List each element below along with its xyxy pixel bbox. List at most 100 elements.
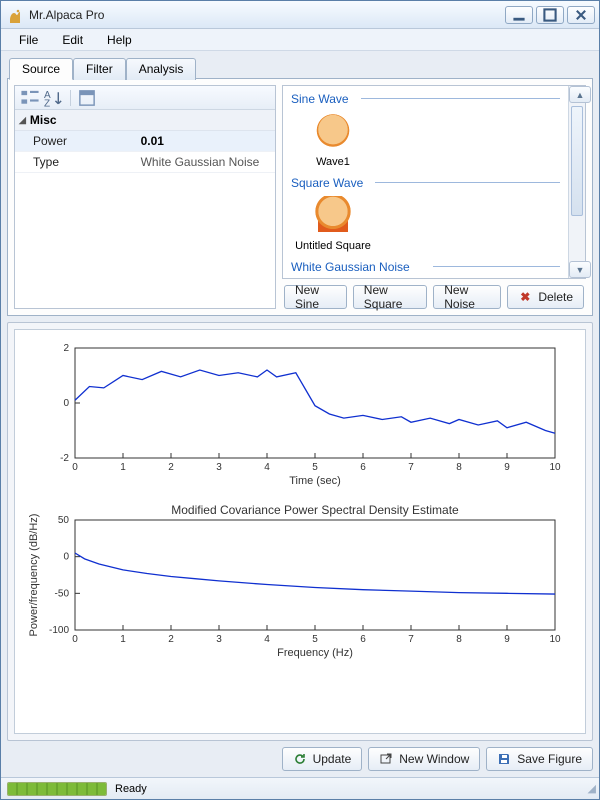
wave-thumbnail-icon [308,112,358,156]
svg-text:-2: -2 [60,453,69,464]
svg-text:5: 5 [312,462,318,473]
close-button[interactable] [567,6,595,24]
statusbar: Ready ◢ [1,777,599,799]
update-button[interactable]: Update [282,747,363,771]
svg-text:Frequency (Hz): Frequency (Hz) [277,647,353,659]
minimize-button[interactable] [505,6,533,24]
svg-text:2: 2 [168,462,174,473]
svg-text:Power/frequency (dB/Hz): Power/frequency (dB/Hz) [28,514,40,637]
scroll-down-icon[interactable]: ▼ [569,261,591,278]
propgrid-category[interactable]: ◢ Misc [15,110,275,131]
source-panel: Source Filter Analysis AZ [7,57,593,316]
svg-text:9: 9 [504,462,510,473]
group-sine-label: Sine Wave [283,88,568,108]
delete-icon: ✖ [518,290,532,304]
prop-value[interactable]: White Gaussian Noise [135,152,275,172]
item-label: Untitled Square [295,240,371,252]
collapse-icon: ◢ [19,115,26,126]
item-label: Wave1 [316,156,350,168]
svg-text:-50: -50 [55,588,70,599]
maximize-button[interactable] [536,6,564,24]
tab-source[interactable]: Source [9,58,73,80]
svg-text:10: 10 [549,462,561,473]
menubar: File Edit Help [1,29,599,51]
group-square-label: Square Wave [283,172,568,192]
tabs-strip: Source Filter Analysis [7,57,593,79]
prop-row-type[interactable]: Type White Gaussian Noise [15,152,275,173]
gallery-inner: Sine Wave Wave1 Square Wave Untitled Squ… [283,86,568,278]
svg-text:1: 1 [120,462,126,473]
propgrid-toolbar: AZ [15,86,275,110]
svg-text:6: 6 [360,634,366,645]
content-area: Source Filter Analysis AZ [1,51,599,777]
menu-help[interactable]: Help [97,31,142,49]
tab-analysis[interactable]: Analysis [126,58,197,80]
scroll-thumb[interactable] [571,106,583,216]
resize-grip-icon[interactable]: ◢ [588,782,593,795]
propgrid-body: ◢ Misc Power 0.01 Type White Gaussian No… [15,110,275,308]
categorized-icon[interactable] [19,88,41,108]
svg-text:7: 7 [408,634,414,645]
charts-svg: 012345678910-202Time (sec)012345678910-1… [15,330,575,670]
app-window: Mr.Alpaca Pro File Edit Help Source Filt… [0,0,600,800]
save-icon [497,752,511,766]
gallery-buttons: New Sine New Square New Noise ✖Delete [282,279,586,309]
property-grid: AZ ◢ Misc Power [14,85,276,309]
new-window-icon [379,752,393,766]
svg-text:1: 1 [120,634,126,645]
app-icon [7,7,23,23]
toolbar-divider [70,90,71,106]
svg-text:0: 0 [72,462,78,473]
tab-filter[interactable]: Filter [73,58,126,80]
wave-gallery: Sine Wave Wave1 Square Wave Untitled Squ… [282,85,586,279]
prop-value[interactable]: 0.01 [135,131,275,151]
alphabetical-icon[interactable]: AZ [43,88,65,108]
status-text: Ready [115,783,147,795]
svg-text:50: 50 [58,515,70,526]
wave-thumbnail-icon [308,196,358,240]
window-title: Mr.Alpaca Pro [29,8,499,22]
category-label: Misc [30,113,57,127]
scroll-up-icon[interactable]: ▲ [569,86,591,103]
refresh-icon [293,752,307,766]
new-noise-button[interactable]: New Noise [433,285,501,309]
svg-text:5: 5 [312,634,318,645]
save-figure-button[interactable]: Save Figure [486,747,593,771]
svg-text:Modified Covariance Power Spec: Modified Covariance Power Spectral Densi… [171,503,459,517]
svg-text:10: 10 [549,634,561,645]
property-pages-icon[interactable] [76,88,98,108]
prop-key: Power [15,131,135,151]
charts-canvas: 012345678910-202Time (sec)012345678910-1… [14,329,586,734]
delete-button[interactable]: ✖Delete [507,285,584,309]
gallery-item[interactable]: Untitled Square [293,196,373,252]
new-window-button[interactable]: New Window [368,747,480,771]
menu-edit[interactable]: Edit [52,31,93,49]
svg-text:0: 0 [63,398,69,409]
menu-file[interactable]: File [9,31,48,49]
svg-text:7: 7 [408,462,414,473]
svg-text:9: 9 [504,634,510,645]
svg-text:8: 8 [456,462,462,473]
prop-row-power[interactable]: Power 0.01 [15,131,275,152]
svg-text:4: 4 [264,462,270,473]
charts-panel: 012345678910-202Time (sec)012345678910-1… [7,322,593,741]
svg-text:8: 8 [456,634,462,645]
svg-text:0: 0 [63,552,69,563]
gallery-scrollbar[interactable]: ▲ ▼ [568,86,585,278]
new-square-button[interactable]: New Square [353,285,427,309]
gallery-item[interactable]: Wave1 [293,112,373,168]
titlebar: Mr.Alpaca Pro [1,1,599,29]
svg-text:6: 6 [360,462,366,473]
source-body: AZ ◢ Misc Power [7,78,593,316]
svg-text:-100: -100 [49,625,69,636]
window-buttons [505,6,595,24]
svg-text:Z: Z [44,98,50,107]
figure-buttons: Update New Window Save Figure [7,747,593,771]
progress-bar [7,782,107,796]
svg-text:Time (sec): Time (sec) [289,475,341,487]
svg-text:3: 3 [216,462,222,473]
new-sine-button[interactable]: New Sine [284,285,347,309]
group-noise-label: White Gaussian Noise [283,256,568,276]
svg-text:2: 2 [63,343,69,354]
svg-text:2: 2 [168,634,174,645]
